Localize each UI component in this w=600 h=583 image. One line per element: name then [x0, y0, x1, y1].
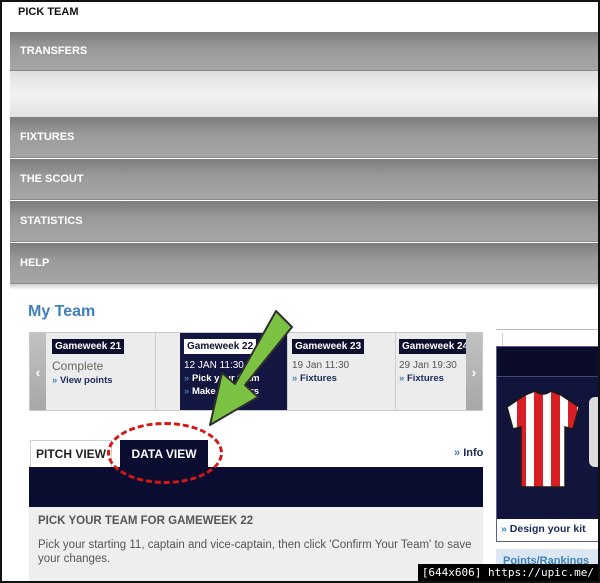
green-arrow-annotation-icon: [209, 310, 293, 426]
kit-designer-panel: Design your kit: [496, 346, 598, 542]
nav-label: TRANSFERS: [20, 45, 88, 57]
nav-label: FIXTURES: [20, 131, 75, 143]
nav-spacer: [10, 71, 598, 117]
carousel-prev-button[interactable]: ‹: [30, 333, 46, 410]
nav-the-scout[interactable]: THE SCOUT: [10, 159, 598, 200]
page-frame: PICK TEAM TRANSFERS FIXTURES THE SCOUT S…: [0, 0, 600, 583]
tabs-bar: [29, 467, 483, 507]
view-points-link[interactable]: View points: [52, 375, 151, 386]
nav-help[interactable]: HELP: [10, 243, 598, 284]
kit-panel-header: [497, 347, 598, 377]
nav-transfers[interactable]: TRANSFERS: [10, 32, 598, 71]
fixtures-link[interactable]: Fixtures: [399, 373, 498, 384]
gameweek-status: Complete: [52, 359, 104, 373]
nav-label: STATISTICS: [20, 215, 83, 227]
watermark: [644x606] https://upic.me/: [417, 564, 598, 581]
pick-team-notice: PICK YOUR TEAM FOR GAMEWEEK 22 Pick your…: [29, 507, 483, 581]
sidebar-divider: [496, 329, 598, 330]
chevron-left-icon: ‹: [35, 363, 41, 380]
notice-title: PICK YOUR TEAM FOR GAMEWEEK 22: [38, 515, 254, 527]
gameweek-title: Gameweek 24: [399, 339, 472, 354]
nav-fixtures[interactable]: FIXTURES: [10, 117, 598, 158]
nav-label: PICK TEAM: [18, 6, 79, 18]
gameweek-deadline: 19 Jan 11:30: [292, 360, 350, 371]
gameweek-card-23[interactable]: Gameweek 23 19 Jan 11:30 Fixtures: [288, 333, 396, 410]
tab-pitch-view[interactable]: PITCH VIEW: [30, 440, 112, 467]
notice-text: Pick your starting 11, captain and vice-…: [38, 539, 472, 565]
carousel-next-button[interactable]: ›: [466, 333, 482, 410]
nav-label: HELP: [20, 257, 50, 269]
design-your-kit-link[interactable]: Design your kit: [497, 519, 598, 541]
shirt-preview-next: [589, 397, 598, 467]
fixtures-link[interactable]: Fixtures: [292, 373, 391, 384]
gameweek-title: Gameweek 21: [52, 339, 125, 354]
nav-shadow: [10, 284, 598, 290]
chevron-right-icon: ›: [471, 363, 477, 380]
gameweek-card-21[interactable]: Gameweek 21 Complete View points: [48, 333, 156, 410]
red-dashed-highlight: [107, 422, 223, 484]
nav-statistics[interactable]: STATISTICS: [10, 201, 598, 242]
shirt-icon: [507, 391, 579, 488]
nav-pick-team[interactable]: PICK TEAM: [2, 2, 598, 32]
info-link[interactable]: Info: [454, 447, 483, 459]
gameweek-deadline: 29 Jan 19:30: [399, 360, 457, 371]
gameweek-card-24[interactable]: Gameweek 24 29 Jan 19:30 Fixtures: [395, 333, 503, 410]
my-team-heading: My Team: [28, 303, 96, 320]
nav-label: THE SCOUT: [20, 173, 84, 185]
gameweek-title: Gameweek 23: [292, 339, 365, 354]
